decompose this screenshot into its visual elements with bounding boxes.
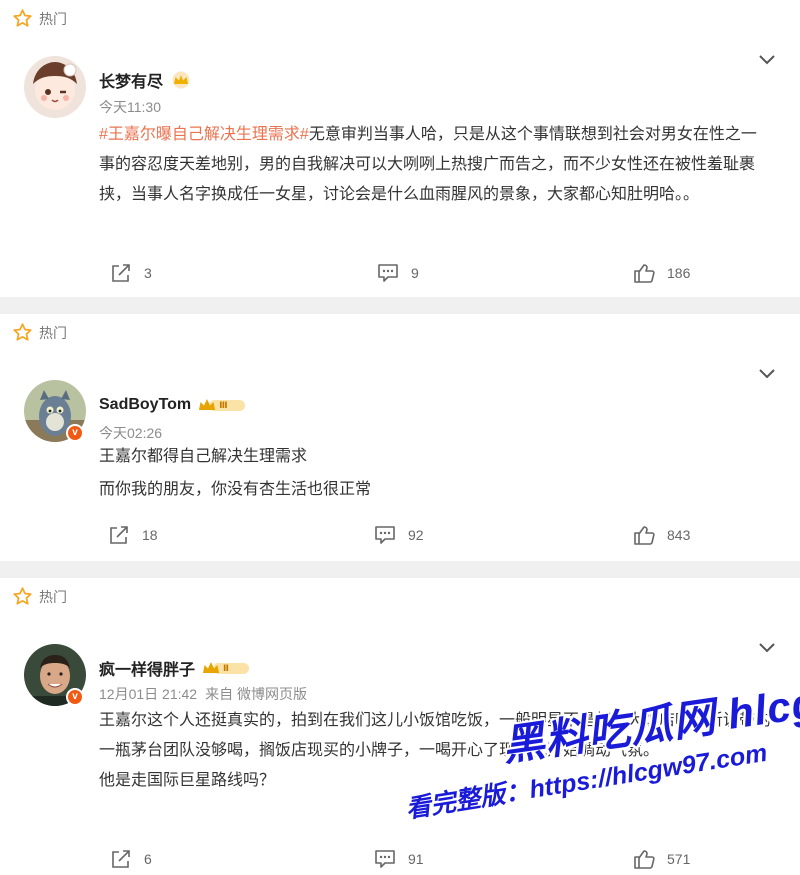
crown-level-text: Ⅲ xyxy=(219,399,228,410)
crown-level-badge-icon: Ⅱ xyxy=(201,659,257,677)
post-card: 热门 v SadBoyTom Ⅲ 今天02:26 王嘉尔都得自己解决生理需求 而… xyxy=(0,314,800,561)
share-icon xyxy=(112,850,130,868)
hashtag-link[interactable]: #王嘉尔曝自己解决生理需求# xyxy=(99,126,309,143)
share-count: 3 xyxy=(144,265,152,281)
star-icon xyxy=(13,9,32,27)
like-button[interactable]: 843 xyxy=(633,525,690,545)
share-count: 18 xyxy=(142,527,158,543)
crown-level-text: Ⅱ xyxy=(223,662,229,673)
share-button[interactable]: 18 xyxy=(108,525,158,545)
comment-button[interactable]: 92 xyxy=(374,525,424,545)
hot-label-text: 热门 xyxy=(39,588,67,605)
comment-button[interactable]: 91 xyxy=(374,849,424,869)
crown-level-badge-icon: Ⅲ xyxy=(197,396,256,414)
avatar[interactable] xyxy=(24,56,86,118)
username-text[interactable]: SadBoyTom xyxy=(99,396,191,414)
like-icon xyxy=(634,850,655,869)
share-count: 6 xyxy=(144,851,152,867)
comment-count: 9 xyxy=(411,265,419,281)
share-button[interactable]: 3 xyxy=(110,263,152,283)
action-bar: 3 9 186 xyxy=(0,263,800,287)
share-button[interactable]: 6 xyxy=(110,849,152,869)
post-source: 来自 微博网页版 xyxy=(205,686,307,702)
like-icon xyxy=(634,526,655,545)
hot-label: 热门 xyxy=(12,8,67,29)
star-icon xyxy=(13,587,32,605)
comment-count: 91 xyxy=(408,851,424,867)
like-icon xyxy=(634,264,655,283)
verified-badge-icon: v xyxy=(66,688,84,706)
username-text[interactable]: 疯一样得胖子 xyxy=(99,656,195,680)
post-meta: 今天02:26 xyxy=(99,423,162,443)
chevron-down-icon[interactable] xyxy=(758,642,776,654)
hot-label-text: 热门 xyxy=(39,324,67,341)
hot-label: 热门 xyxy=(12,586,67,607)
comment-icon xyxy=(375,526,395,544)
like-count: 186 xyxy=(667,265,691,281)
post-text: 王嘉尔都得自己解决生理需求 xyxy=(99,448,308,465)
star-icon xyxy=(13,323,32,341)
username[interactable]: SadBoyTom Ⅲ xyxy=(99,396,256,414)
post-meta: 12月01日 21:42 来自 微博网页版 xyxy=(99,684,307,704)
hot-label-text: 热门 xyxy=(39,10,67,27)
share-icon xyxy=(110,526,128,544)
verified-badge-icon: v xyxy=(66,424,84,442)
like-count: 843 xyxy=(667,527,691,543)
like-count: 571 xyxy=(667,851,691,867)
comment-button[interactable]: 9 xyxy=(377,263,419,283)
chevron-down-icon[interactable] xyxy=(758,368,776,380)
comment-icon xyxy=(375,850,395,868)
like-button[interactable]: 186 xyxy=(633,263,690,283)
post-time: 今天02:26 xyxy=(99,425,163,441)
username[interactable]: 疯一样得胖子 Ⅱ xyxy=(99,656,257,680)
comment-icon xyxy=(378,264,398,282)
post-card: 热门 长梦有尽 今天11:30 #王嘉尔曝自己解决生理需求#无意审判当事人哈，只… xyxy=(0,0,800,297)
post-text: 而你我的朋友，你没有杏生活也很正常 xyxy=(99,481,372,498)
username[interactable]: 长梦有尽 xyxy=(99,68,193,92)
post-meta: 今天11:30 xyxy=(99,97,161,117)
post-time: 12月01日 21:42 xyxy=(99,686,198,702)
post-body: #王嘉尔曝自己解决生理需求#无意审判当事人哈，只是从这个事情联想到社会对男女在性… xyxy=(99,120,771,210)
like-button[interactable]: 571 xyxy=(633,849,690,869)
chevron-down-icon[interactable] xyxy=(758,54,776,66)
post-time: 今天11:30 xyxy=(99,99,161,115)
comment-count: 92 xyxy=(408,527,424,543)
action-bar: 6 91 571 xyxy=(0,849,800,873)
hot-label: 热门 xyxy=(12,322,67,343)
username-text[interactable]: 长梦有尽 xyxy=(99,68,163,92)
share-icon xyxy=(112,264,130,282)
post-body: 王嘉尔都得自己解决生理需求 而你我的朋友，你没有杏生活也很正常 xyxy=(99,442,771,505)
action-bar: 18 92 843 xyxy=(0,525,800,549)
crown-badge-icon xyxy=(169,71,193,89)
